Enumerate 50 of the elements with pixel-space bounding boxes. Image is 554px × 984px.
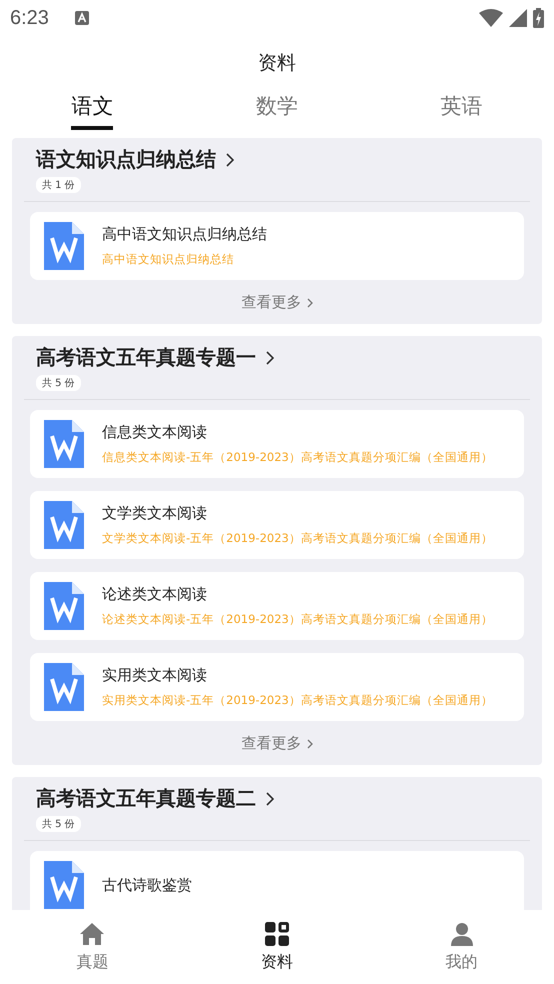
subject-tab[interactable]: 数学 <box>256 92 298 130</box>
section-title[interactable]: 语文知识点归纳总结 <box>36 146 216 173</box>
page-title: 资料 <box>258 51 296 76</box>
count-badge: 共 5 份 <box>36 816 81 832</box>
word-document-icon <box>44 501 84 549</box>
document-title: 高中语文知识点归纳总结 <box>102 225 267 244</box>
subject-tab[interactable]: 语文 <box>71 92 114 130</box>
section-title[interactable]: 高考语文五年真题专题二 <box>36 785 256 812</box>
document-title: 古代诗歌鉴赏 <box>102 876 192 894</box>
chevron-right-icon[interactable] <box>266 792 274 806</box>
battery-icon <box>533 8 544 28</box>
status-time: 6:23 <box>10 6 49 30</box>
count-badge: 共 1 份 <box>36 177 81 193</box>
section-title[interactable]: 高考语文五年真题专题一 <box>36 344 256 371</box>
document-title: 信息类文本阅读 <box>102 423 208 442</box>
signal-icon <box>509 9 527 27</box>
count-badge: 共 5 份 <box>36 375 81 391</box>
grid-icon <box>264 922 289 946</box>
word-document-icon <box>44 222 84 270</box>
document-title: 实用类文本阅读 <box>102 666 208 685</box>
chevron-right-icon <box>306 298 312 308</box>
word-document-icon <box>44 663 84 711</box>
document-description: 高中语文知识点归纳总结 <box>102 252 235 267</box>
document-description: 论述类文本阅读-五年（2019-2023）高考语文真题分项汇编（全国通用） <box>102 612 493 627</box>
document-card[interactable]: 实用类文本阅读 实用类文本阅读-五年（2019-2023）高考语文真题分项汇编（全国通用） <box>30 653 524 721</box>
document-description: 文学类文本阅读-五年（2019-2023）高考语文真题分项汇编（全国通用） <box>102 531 493 546</box>
chevron-right-icon <box>306 738 312 748</box>
bottom-nav-tab[interactable]: 我的 <box>369 910 554 984</box>
home-icon <box>79 922 106 946</box>
document-card[interactable]: 信息类文本阅读 信息类文本阅读-五年（2019-2023）高考语文真题分项汇编（全国通用） <box>30 410 524 478</box>
word-document-icon <box>44 420 84 468</box>
document-description: 实用类文本阅读-五年（2019-2023）高考语文真题分项汇编（全国通用） <box>102 693 493 708</box>
bottom-nav-tab[interactable]: 真题 <box>0 910 185 984</box>
document-card[interactable]: 论述类文本阅读 论述类文本阅读-五年（2019-2023）高考语文真题分项汇编（全国通用） <box>30 572 524 640</box>
wifi-icon <box>479 9 503 27</box>
view-more-link[interactable]: 查看更多 <box>242 734 312 765</box>
document-card[interactable]: 古代诗歌鉴赏 <box>30 851 524 910</box>
view-more-link[interactable]: 查看更多 <box>242 293 312 324</box>
document-title: 文学类文本阅读 <box>102 504 208 523</box>
document-card[interactable]: 高中语文知识点归纳总结 高中语文知识点归纳总结 <box>30 212 524 280</box>
document-description: 信息类文本阅读-五年（2019-2023）高考语文真题分项汇编（全国通用） <box>102 450 493 465</box>
subject-tab[interactable]: 英语 <box>440 92 483 130</box>
person-icon <box>450 922 474 946</box>
word-document-icon <box>44 582 84 630</box>
keyboard-notification-icon <box>74 11 89 25</box>
chevron-right-icon[interactable] <box>226 152 234 166</box>
bottom-nav-tab[interactable]: 资料 <box>184 910 370 984</box>
chevron-right-icon[interactable] <box>266 350 274 364</box>
document-title: 论述类文本阅读 <box>102 585 208 604</box>
document-card[interactable]: 文学类文本阅读 文学类文本阅读-五年（2019-2023）高考语文真题分项汇编（全国通用） <box>30 491 524 559</box>
